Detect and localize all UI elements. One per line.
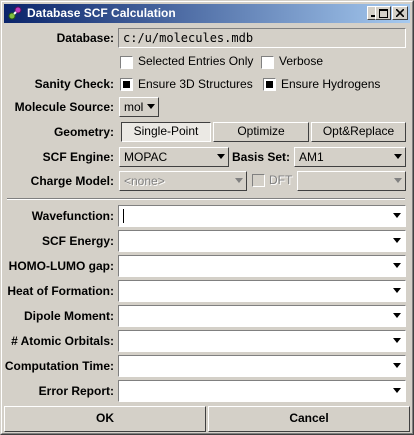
wavefunction-field[interactable] <box>118 205 406 227</box>
molecule-source-label: Molecule Source: <box>14 100 114 114</box>
scf-engine-value: MOPAC <box>124 150 168 164</box>
homo-lumo-gap-field[interactable] <box>118 255 406 277</box>
ensure-hydrogens-checkbox[interactable] <box>263 78 276 91</box>
dipole-moment-field[interactable] <box>118 305 406 327</box>
charge-model-value: <none> <box>124 174 165 188</box>
basis-set-label: Basis Set: <box>232 150 291 164</box>
geometry-single-point-button[interactable]: Single-Point <box>121 122 211 142</box>
geometry-opt-replace-button[interactable]: Opt&Replace <box>311 122 406 142</box>
dft-functional-dropdown[interactable] <box>297 171 406 191</box>
selected-entries-only-checkbox[interactable] <box>120 56 133 69</box>
ensure-3d-structures-label: Ensure 3D Structures <box>138 77 253 91</box>
error-report-field[interactable] <box>118 380 406 402</box>
scf-energy-label: SCF Energy: <box>41 234 114 248</box>
title-bar[interactable]: Database SCF Calculation <box>4 4 410 23</box>
verbose-label: Verbose <box>279 54 324 68</box>
heat-of-formation-label: Heat of Formation: <box>7 284 114 298</box>
chevron-down-icon <box>393 263 401 268</box>
cancel-button[interactable]: Cancel <box>208 406 410 432</box>
scf-engine-label: SCF Engine: <box>42 150 114 164</box>
atomic-orbitals-label: # Atomic Orbitals: <box>11 334 114 348</box>
close-icon <box>396 9 404 17</box>
basis-set-value: AM1 <box>299 150 324 164</box>
text-caret <box>123 209 124 223</box>
dft-checkbox[interactable] <box>252 174 265 187</box>
dialog-window: Database SCF Calculation Database: c:/u/… <box>0 0 414 435</box>
scf-energy-field[interactable] <box>118 230 406 252</box>
sanity-check-label: Sanity Check: <box>34 77 114 91</box>
maximize-icon <box>378 8 388 18</box>
chevron-down-icon <box>235 178 243 183</box>
maximize-button[interactable] <box>375 6 391 20</box>
charge-model-dropdown[interactable]: <none> <box>119 171 247 191</box>
scf-engine-dropdown[interactable]: MOPAC <box>119 147 229 167</box>
close-button[interactable] <box>392 6 408 20</box>
geometry-label: Geometry: <box>53 125 114 139</box>
chevron-down-icon <box>393 338 401 343</box>
window-title: Database SCF Calculation <box>27 6 176 20</box>
chevron-down-icon <box>393 388 401 393</box>
chevron-down-icon <box>393 213 401 218</box>
error-report-label: Error Report: <box>38 384 114 398</box>
geometry-optimize-button[interactable]: Optimize <box>213 122 309 142</box>
molecule-source-dropdown[interactable]: mol <box>119 97 159 117</box>
chevron-down-icon <box>394 154 402 159</box>
wavefunction-label: Wavefunction: <box>31 209 114 223</box>
dft-label: DFT <box>269 173 293 187</box>
heat-of-formation-field[interactable] <box>118 280 406 302</box>
chevron-down-icon <box>393 363 401 368</box>
database-label: Database: <box>56 31 114 45</box>
section-divider <box>7 198 405 200</box>
verbose-checkbox[interactable] <box>261 56 274 69</box>
database-path-field[interactable]: c:/u/molecules.mdb <box>118 28 406 48</box>
dipole-moment-label: Dipole Moment: <box>24 309 114 323</box>
molecule-source-value: mol <box>124 100 144 114</box>
chevron-down-icon <box>393 238 401 243</box>
chevron-down-icon <box>393 288 401 293</box>
computation-time-label: Computation Time: <box>4 359 114 373</box>
selected-entries-only-label: Selected Entries Only <box>138 54 254 68</box>
charge-model-label: Charge Model: <box>30 174 114 188</box>
chevron-down-icon <box>393 313 401 318</box>
chevron-down-icon <box>217 154 225 159</box>
atomic-orbitals-field[interactable] <box>118 330 406 352</box>
app-icon <box>8 6 22 20</box>
basis-set-dropdown[interactable]: AM1 <box>294 147 406 167</box>
chevron-down-icon <box>147 104 155 109</box>
chevron-down-icon <box>394 178 402 183</box>
ensure-hydrogens-label: Ensure Hydrogens <box>281 77 381 91</box>
homo-lumo-gap-label: HOMO-LUMO gap: <box>8 259 114 273</box>
ok-button[interactable]: OK <box>4 406 206 432</box>
computation-time-field[interactable] <box>118 355 406 377</box>
ensure-3d-structures-checkbox[interactable] <box>120 78 133 91</box>
